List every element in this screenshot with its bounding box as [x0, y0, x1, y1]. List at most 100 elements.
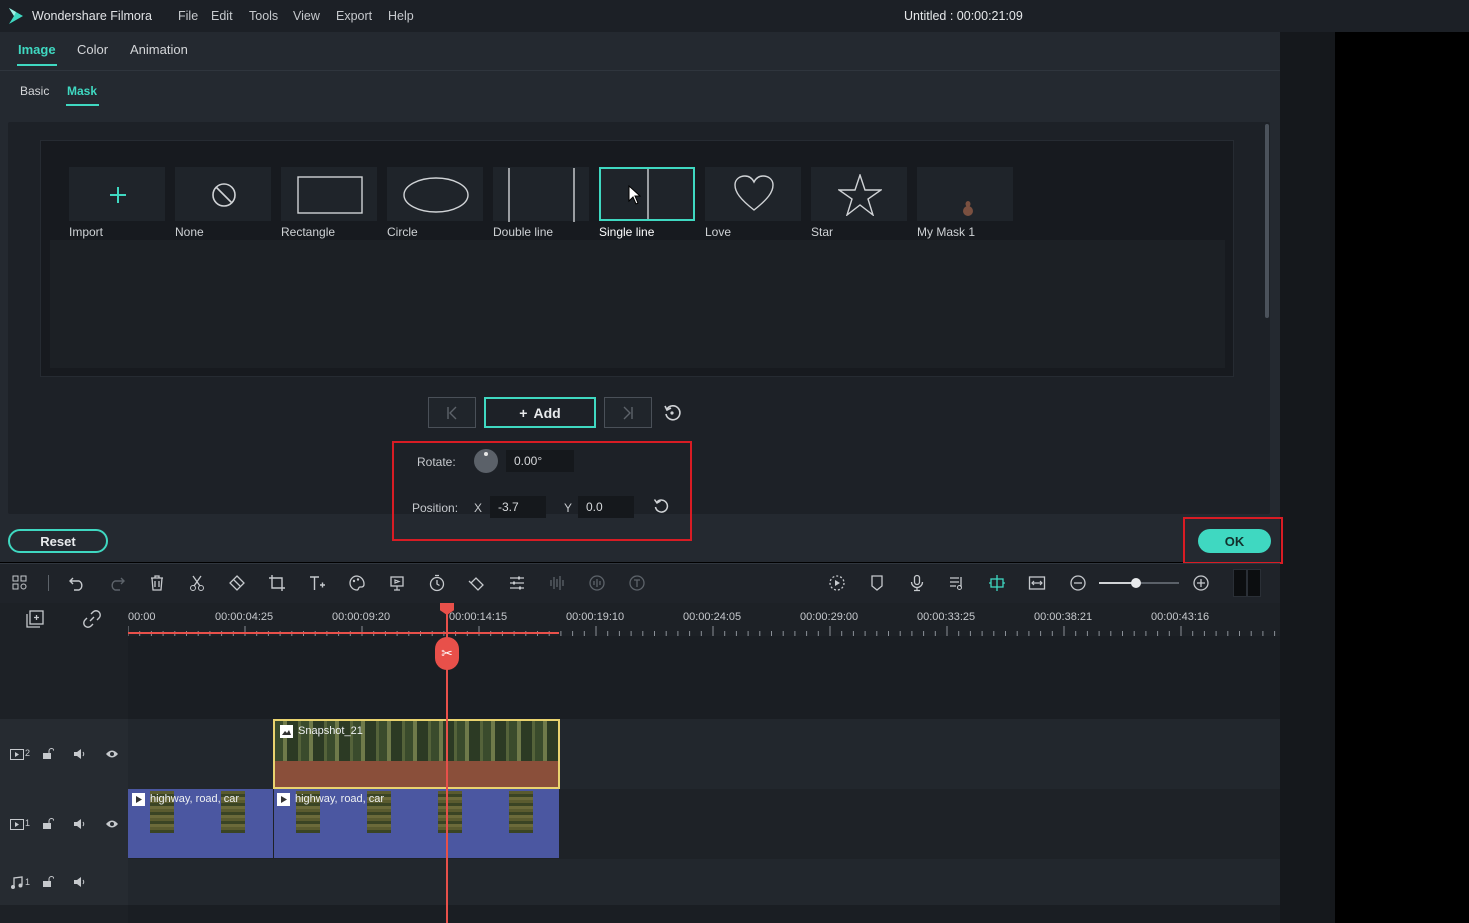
mask-label-star: Star	[811, 225, 834, 239]
ruler-time: 00:00:14:15	[449, 611, 508, 623]
zoom-out-icon[interactable]	[1068, 573, 1088, 593]
ruler-ticks	[128, 626, 1276, 636]
menu-export[interactable]: Export	[336, 9, 372, 23]
adjust-icon[interactable]	[507, 573, 527, 593]
mask-tile-my-mask-1[interactable]	[917, 167, 1013, 221]
redo-icon[interactable]	[107, 573, 127, 593]
ruler-time: 00:00	[128, 611, 156, 623]
color-palette-icon[interactable]	[347, 573, 367, 593]
speaker-icon[interactable]	[73, 876, 86, 888]
undo-icon[interactable]	[67, 573, 87, 593]
mouse-cursor-icon	[628, 185, 642, 205]
menu-view[interactable]: View	[293, 9, 320, 23]
mask-tile-circle[interactable]	[387, 167, 483, 221]
split-scissors-icon[interactable]: ✂	[435, 637, 459, 670]
reset-button[interactable]: Reset	[8, 529, 108, 553]
mask-label-love: Love	[705, 225, 732, 239]
mask-tile-import[interactable]	[69, 167, 165, 221]
zoom-in-icon[interactable]	[1191, 573, 1211, 593]
ruler-time: 00:00:43:16	[1151, 611, 1210, 623]
clip-video-b-name: highway, road, car	[295, 793, 385, 805]
track-number: 2	[25, 748, 31, 758]
tab-image[interactable]: Image	[18, 42, 56, 57]
add-keyframe-label: Add	[533, 404, 561, 421]
menu-tools[interactable]: Tools	[249, 9, 278, 23]
mask-label-single-line: Single line	[599, 225, 655, 239]
mask-tile-none[interactable]	[175, 167, 271, 221]
mask-tile-rectangle[interactable]	[281, 167, 377, 221]
menu-edit[interactable]: Edit	[211, 9, 233, 23]
voiceover-list-icon[interactable]	[947, 573, 967, 593]
track-video-2	[0, 719, 1280, 789]
menu-help[interactable]: Help	[388, 9, 414, 23]
tab-color[interactable]: Color	[77, 42, 108, 57]
unlock-icon[interactable]	[42, 818, 54, 830]
voice-changer-icon[interactable]	[627, 573, 647, 593]
menu-file[interactable]: File	[178, 9, 198, 23]
layout-icon[interactable]	[10, 573, 30, 593]
subtab-mask[interactable]: Mask	[67, 84, 97, 98]
mask-label-my-mask-1: My Mask 1	[917, 225, 976, 239]
active-subtab-indicator	[66, 104, 99, 106]
ruler-time: 00:00:29:00	[800, 611, 859, 623]
cut-icon[interactable]	[187, 573, 207, 593]
mask-tile-love[interactable]	[705, 167, 801, 221]
link-icon[interactable]	[83, 610, 101, 628]
side-strip	[1280, 32, 1335, 923]
timeline-view-toggle[interactable]	[1233, 569, 1261, 597]
render-icon[interactable]	[827, 573, 847, 593]
eye-icon[interactable]	[105, 749, 119, 759]
previous-keyframe-icon	[447, 406, 457, 420]
audio-wave-icon[interactable]	[587, 573, 607, 593]
next-keyframe-button[interactable]	[604, 397, 652, 428]
track-number: 1	[25, 818, 31, 828]
toolbar-divider	[48, 575, 49, 591]
clip-thumbnail	[509, 791, 533, 833]
mask-label-import: Import	[69, 225, 104, 239]
clip-thumbnail	[438, 791, 462, 833]
zoom-slider-remaining	[1137, 582, 1179, 584]
add-track-icon[interactable]	[26, 610, 44, 628]
plus-icon	[110, 187, 126, 203]
delete-icon[interactable]	[147, 573, 167, 593]
presentation-icon[interactable]	[387, 573, 407, 593]
audio-mixer-icon[interactable]	[547, 573, 567, 593]
music-note-icon	[11, 876, 23, 889]
app-name: Wondershare Filmora	[32, 9, 152, 23]
timer-icon[interactable]	[427, 573, 447, 593]
mask-tile-single-line[interactable]	[599, 167, 695, 221]
speaker-icon[interactable]	[73, 748, 86, 760]
eye-icon[interactable]	[105, 819, 119, 829]
rectangle-icon	[297, 176, 363, 214]
microphone-icon[interactable]	[907, 573, 927, 593]
reset-keyframe-icon[interactable]	[663, 404, 681, 422]
mask-tile-double-line[interactable]	[493, 167, 589, 222]
heart-icon	[734, 175, 774, 211]
mask-tile-star[interactable]	[811, 167, 907, 221]
tab-animation[interactable]: Animation	[130, 42, 188, 57]
crop-icon[interactable]	[267, 573, 287, 593]
unlock-icon[interactable]	[42, 748, 54, 760]
star-icon	[838, 174, 882, 216]
track-header-video-1: 1	[0, 789, 128, 859]
speed-icon[interactable]	[467, 573, 487, 593]
single-line-icon	[647, 169, 649, 219]
track-audio-1	[0, 859, 1280, 905]
zoom-slider-handle[interactable]	[1131, 578, 1141, 588]
clip-snapshot-name: Snapshot_21	[298, 725, 363, 737]
active-tab-indicator	[17, 64, 57, 66]
subtab-basic[interactable]: Basic	[20, 84, 49, 98]
unlock-icon[interactable]	[42, 876, 54, 888]
panel-scrollbar[interactable]	[1265, 124, 1269, 318]
snap-icon[interactable]	[987, 573, 1007, 593]
fit-timeline-icon[interactable]	[1027, 573, 1047, 593]
ruler-time: 00:00:19:10	[566, 611, 625, 623]
previous-keyframe-button[interactable]	[428, 397, 476, 428]
text-icon[interactable]	[307, 573, 327, 593]
preview-area	[1335, 32, 1469, 923]
add-keyframe-button[interactable]: + Add	[484, 397, 596, 428]
speaker-icon[interactable]	[73, 818, 86, 830]
tag-icon[interactable]	[227, 573, 247, 593]
video-track-icon	[10, 819, 24, 830]
marker-icon[interactable]	[867, 573, 887, 593]
